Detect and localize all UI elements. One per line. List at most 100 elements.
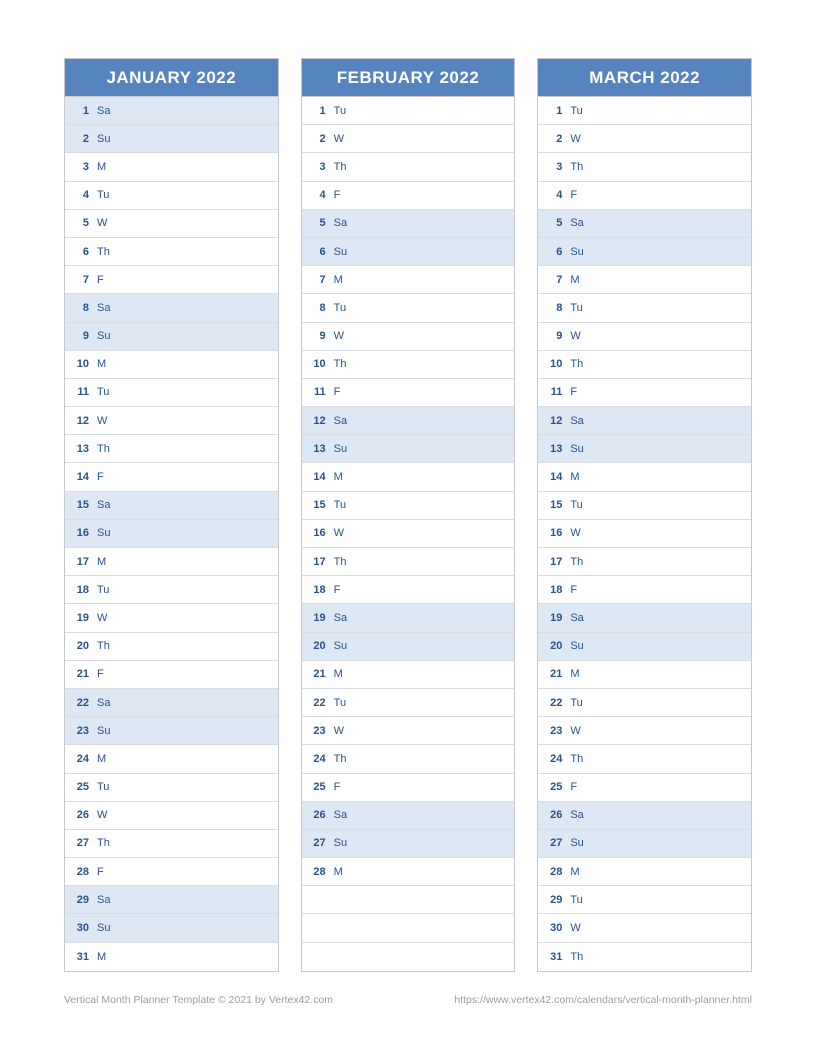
day-label: Sa: [564, 809, 583, 821]
day-number: 6: [302, 246, 328, 258]
day-label: Th: [91, 246, 110, 258]
day-number: 4: [538, 189, 564, 201]
day-label: Th: [564, 358, 583, 370]
day-label: F: [91, 274, 104, 286]
day-number: 29: [65, 894, 91, 906]
day-row: 26Sa: [538, 802, 751, 830]
day-row: 2W: [538, 125, 751, 153]
day-number: 10: [302, 358, 328, 370]
day-label: Tu: [91, 386, 109, 398]
day-label: W: [564, 133, 580, 145]
day-row: 19Sa: [538, 604, 751, 632]
day-row: 26Sa: [302, 802, 515, 830]
day-number: 6: [538, 246, 564, 258]
day-label: W: [564, 527, 580, 539]
day-number: 6: [65, 246, 91, 258]
day-number: 5: [302, 217, 328, 229]
day-number: 20: [538, 640, 564, 652]
day-row: 26W: [65, 802, 278, 830]
day-label: Su: [328, 640, 347, 652]
day-row: 31Th: [538, 943, 751, 971]
day-number: 12: [65, 415, 91, 427]
day-label: Su: [564, 837, 583, 849]
month-column: MARCH 20221Tu2W3Th4F5Sa6Su7M8Tu9W10Th11F…: [537, 58, 752, 972]
day-label: Su: [564, 443, 583, 455]
day-number: 16: [538, 527, 564, 539]
day-label: Su: [91, 330, 110, 342]
day-label: Th: [564, 556, 583, 568]
day-number: 22: [538, 697, 564, 709]
day-number: 26: [65, 809, 91, 821]
day-label: Tu: [328, 302, 346, 314]
day-row: 4F: [302, 182, 515, 210]
day-row: 18F: [538, 576, 751, 604]
day-number: 11: [538, 386, 564, 398]
day-label: Th: [328, 358, 347, 370]
day-row: 6Th: [65, 238, 278, 266]
day-number: 7: [302, 274, 328, 286]
day-number: 3: [538, 161, 564, 173]
day-number: 24: [538, 753, 564, 765]
day-label: Sa: [91, 894, 110, 906]
day-label: Tu: [91, 781, 109, 793]
day-row: 24Th: [302, 745, 515, 773]
day-row: 14F: [65, 463, 278, 491]
day-number: 3: [65, 161, 91, 173]
day-label: M: [564, 668, 579, 680]
day-label: Su: [328, 837, 347, 849]
day-number: 23: [538, 725, 564, 737]
day-row: 27Su: [538, 830, 751, 858]
day-label: Tu: [91, 584, 109, 596]
day-number: 19: [538, 612, 564, 624]
day-number: 17: [65, 556, 91, 568]
day-label: Su: [328, 443, 347, 455]
day-label: Sa: [91, 302, 110, 314]
day-row: 18Tu: [65, 576, 278, 604]
day-row: 25F: [302, 774, 515, 802]
day-number: 22: [65, 697, 91, 709]
day-label: Sa: [328, 809, 347, 821]
day-row: 21M: [538, 661, 751, 689]
month-header: MARCH 2022: [538, 59, 751, 97]
day-number: 4: [65, 189, 91, 201]
day-row: 17M: [65, 548, 278, 576]
day-row: 29Sa: [65, 886, 278, 914]
day-number: 9: [302, 330, 328, 342]
day-label: Sa: [91, 697, 110, 709]
day-label: Tu: [564, 302, 582, 314]
day-label: M: [328, 471, 343, 483]
day-row: 22Tu: [302, 689, 515, 717]
day-row: 7M: [538, 266, 751, 294]
day-label: Sa: [91, 105, 110, 117]
day-row: 13Th: [65, 435, 278, 463]
day-row: 3Th: [302, 153, 515, 181]
day-label: F: [564, 781, 577, 793]
day-number: 8: [538, 302, 564, 314]
day-number: 25: [302, 781, 328, 793]
day-number: 20: [302, 640, 328, 652]
day-row: 28M: [538, 858, 751, 886]
day-row: 15Tu: [302, 492, 515, 520]
day-row: 2Su: [65, 125, 278, 153]
day-number: 13: [302, 443, 328, 455]
day-row: 16W: [302, 520, 515, 548]
day-label: F: [91, 866, 104, 878]
day-number: 15: [538, 499, 564, 511]
day-row: 7F: [65, 266, 278, 294]
day-label: Th: [328, 753, 347, 765]
day-label: Sa: [328, 217, 347, 229]
day-label: M: [564, 274, 579, 286]
day-label: Su: [328, 246, 347, 258]
day-row: 8Tu: [302, 294, 515, 322]
day-number: 18: [302, 584, 328, 596]
day-label: Th: [91, 837, 110, 849]
day-label: W: [564, 725, 580, 737]
day-label: Su: [91, 133, 110, 145]
day-label: Sa: [564, 612, 583, 624]
day-row: 21M: [302, 661, 515, 689]
day-label: W: [564, 330, 580, 342]
day-number: 2: [302, 133, 328, 145]
day-row: 23Su: [65, 717, 278, 745]
day-label: W: [564, 922, 580, 934]
day-row: 19Sa: [302, 604, 515, 632]
